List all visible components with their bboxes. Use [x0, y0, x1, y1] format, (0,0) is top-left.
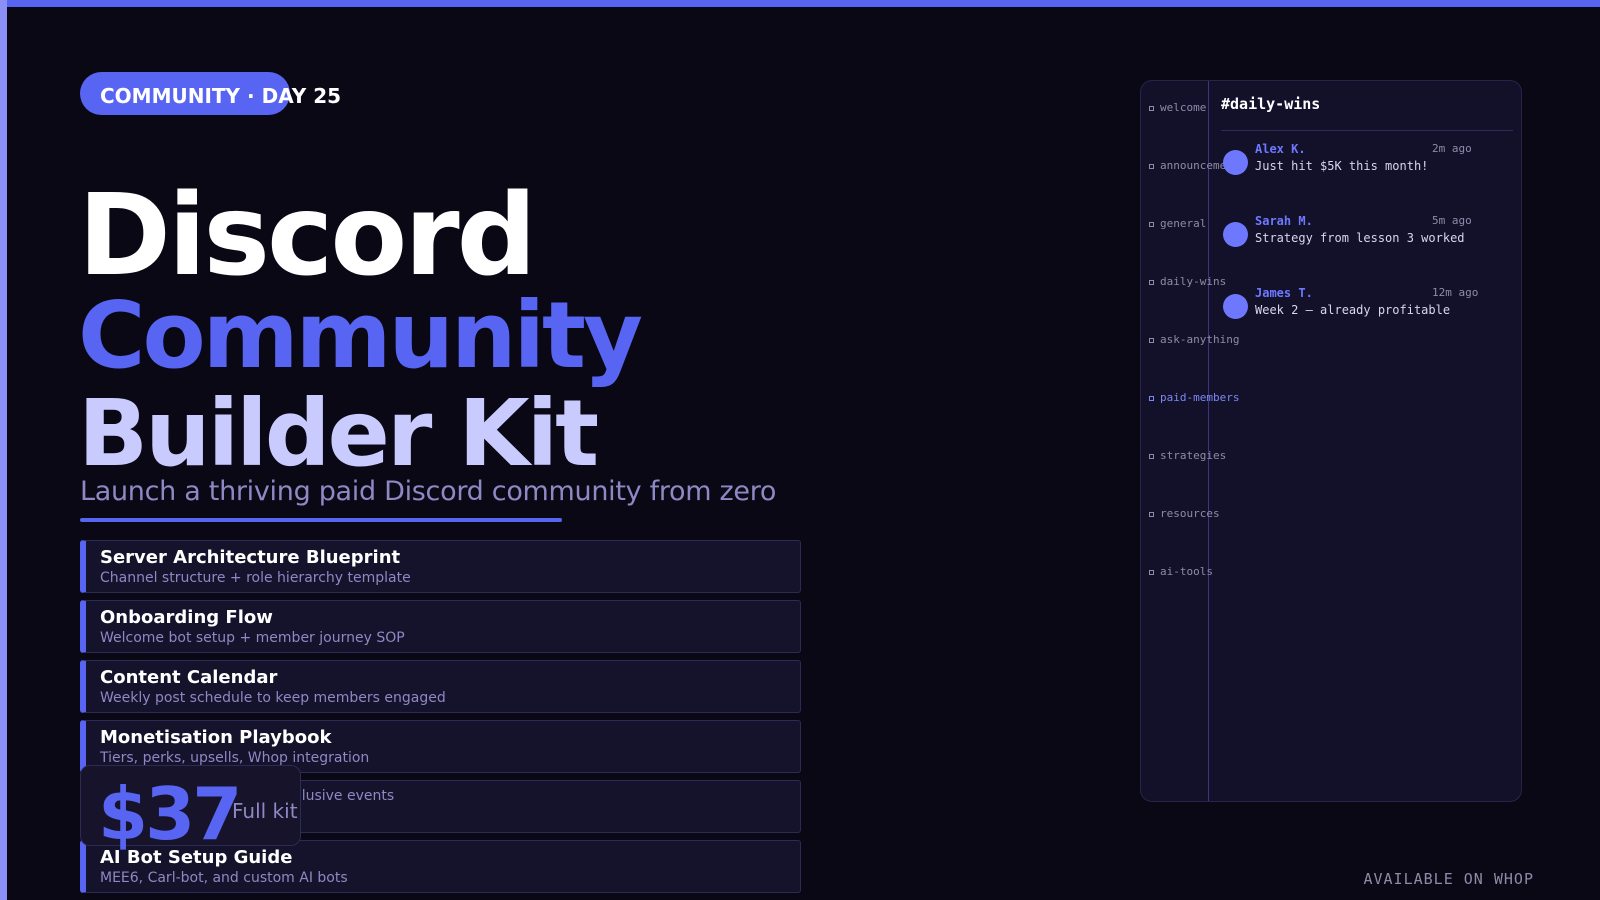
channel-icon — [1149, 221, 1154, 227]
channel-strategies[interactable]: strategies — [1149, 449, 1226, 463]
channel-icon — [1149, 337, 1154, 343]
feature-title: Server Architecture Blueprint — [100, 547, 401, 568]
hero-title-line-1: Discord — [78, 171, 537, 301]
hero-title-line-2: Community — [78, 282, 643, 389]
left-accent-bar — [0, 0, 7, 900]
message-item: Sarah M. 5m ago Strategy from lesson 3 w… — [1221, 214, 1513, 264]
channel-sidebar: welcome announcements general daily-wins… — [1141, 81, 1246, 801]
feature-subtitle: Weekly post schedule to keep members eng… — [100, 690, 446, 706]
availability-footer: AVAILABLE ON WHOP — [1363, 870, 1534, 888]
message-author: James T. — [1255, 286, 1313, 300]
feature-title: Monetisation Playbook — [100, 727, 332, 748]
feature-subtitle: Channel structure + role hierarchy templ… — [100, 570, 411, 586]
channel-icon — [1149, 511, 1154, 517]
feature-item-content-calendar: Content Calendar Weekly post schedule to… — [80, 660, 801, 713]
category-badge-text: COMMUNITY · DAY 25 — [100, 84, 341, 108]
hero-title-line-3: Builder Kit — [78, 380, 599, 487]
channel-label: general — [1160, 217, 1207, 230]
badge-label: COMMUNITY — [100, 84, 241, 108]
feature-item-server-architecture: Server Architecture Blueprint Channel st… — [80, 540, 801, 593]
price-value: $37 — [98, 772, 242, 856]
message-timestamp: 2m ago — [1432, 142, 1472, 155]
feature-title: Onboarding Flow — [100, 607, 273, 628]
message-text: Just hit $5K this month! — [1255, 159, 1429, 173]
channel-label: daily-wins — [1160, 275, 1227, 288]
channel-icon — [1149, 395, 1154, 401]
message-timestamp: 5m ago — [1432, 214, 1472, 227]
channel-label: ai-tools — [1160, 565, 1213, 578]
feature-title: Content Calendar — [100, 667, 278, 688]
channel-welcome[interactable]: welcome — [1149, 101, 1206, 115]
message-author: Sarah M. — [1255, 214, 1313, 228]
price-label: Full kit — [232, 799, 298, 823]
avatar — [1223, 150, 1248, 175]
subtitle-underline — [80, 518, 562, 522]
top-accent-bar — [0, 0, 1600, 7]
channel-label: strategies — [1160, 449, 1227, 462]
discord-mockup: welcome announcements general daily-wins… — [1140, 80, 1522, 802]
channel-daily-wins[interactable]: daily-wins — [1149, 275, 1226, 289]
badge-separator: · — [247, 84, 255, 108]
message-item: Alex K. 2m ago Just hit $5K this month! — [1221, 142, 1513, 192]
message-timestamp: 12m ago — [1432, 286, 1479, 299]
channel-icon — [1149, 453, 1154, 459]
message-author: Alex K. — [1255, 142, 1306, 156]
avatar — [1223, 222, 1248, 247]
badge-day: DAY 25 — [261, 84, 342, 108]
feature-subtitle: MEE6, Carl-bot, and custom AI bots — [100, 870, 348, 886]
message-item: James T. 12m ago Week 2 — already profit… — [1221, 286, 1513, 336]
channel-divider — [1221, 130, 1513, 131]
feature-subtitle: Welcome bot setup + member journey SOP — [100, 630, 405, 646]
channel-icon — [1149, 163, 1154, 169]
channel-label: resources — [1160, 507, 1220, 520]
channel-icon — [1149, 279, 1154, 285]
feature-item-onboarding-flow: Onboarding Flow Welcome bot setup + memb… — [80, 600, 801, 653]
avatar — [1223, 294, 1248, 319]
message-text: Week 2 — already profitable — [1255, 303, 1451, 317]
channel-paid-members[interactable]: paid-members — [1149, 391, 1239, 405]
channel-general[interactable]: general — [1149, 217, 1206, 231]
channel-resources[interactable]: resources — [1149, 507, 1220, 521]
message-text: Strategy from lesson 3 worked — [1255, 231, 1465, 245]
channel-label: paid-members — [1160, 391, 1240, 404]
channel-icon — [1149, 105, 1154, 111]
channel-label: welcome — [1160, 101, 1207, 114]
channel-icon — [1149, 569, 1154, 575]
channel-header: #daily-wins — [1221, 95, 1321, 113]
hero-subtitle: Launch a thriving paid Discord community… — [80, 476, 777, 507]
channel-ai-tools[interactable]: ai-tools — [1149, 565, 1213, 579]
